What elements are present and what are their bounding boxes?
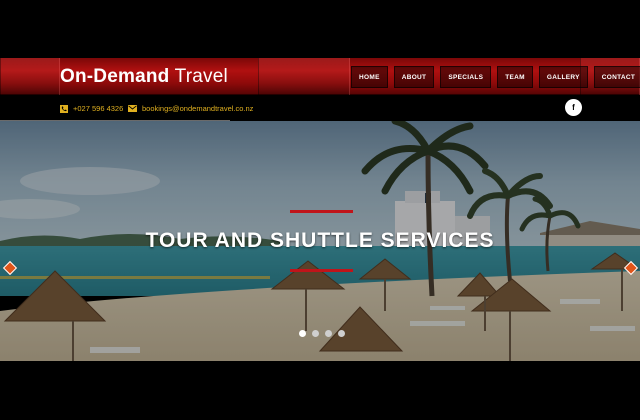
top-blank-area xyxy=(0,0,640,58)
header-panel xyxy=(258,58,350,95)
logo-name-light: Travel xyxy=(174,66,228,87)
slide-dot[interactable] xyxy=(299,330,306,337)
hero-title: TOUR AND SHUTTLE SERVICES xyxy=(145,229,495,252)
site-logo[interactable]: On-Demand Travel xyxy=(60,66,228,88)
slide-dot[interactable] xyxy=(325,330,332,337)
slider-pagination xyxy=(299,330,351,337)
title-decoration-bottom xyxy=(290,269,353,272)
slide-dot[interactable] xyxy=(338,330,345,337)
email-address: bookings@ondemandtravel.co.nz xyxy=(142,104,254,113)
header-panel xyxy=(0,58,60,95)
nav-contact[interactable]: CONTACT xyxy=(593,66,640,88)
phone-icon xyxy=(60,104,68,113)
nav-specials[interactable]: SPECIALS xyxy=(440,66,492,88)
contact-phone[interactable]: +027 596 4326 xyxy=(60,104,123,113)
logo-name-bold: On-Demand xyxy=(60,66,170,87)
nav-gallery[interactable]: GALLERY xyxy=(538,66,588,88)
facebook-icon[interactable]: f xyxy=(565,99,582,116)
title-decoration-top xyxy=(290,210,353,213)
nav-team[interactable]: TEAM xyxy=(497,66,533,88)
main-nav: HOME ABOUT SPECIALS TEAM GALLERY CONTACT xyxy=(351,66,640,88)
phone-number: +027 596 4326 xyxy=(73,104,124,113)
bottom-blank-area xyxy=(0,361,640,420)
envelope-icon xyxy=(128,105,137,112)
nav-home[interactable]: HOME xyxy=(351,66,388,88)
nav-about[interactable]: ABOUT xyxy=(393,66,435,88)
contact-email[interactable]: bookings@ondemandtravel.co.nz xyxy=(128,104,253,113)
slide-dot[interactable] xyxy=(312,330,319,337)
